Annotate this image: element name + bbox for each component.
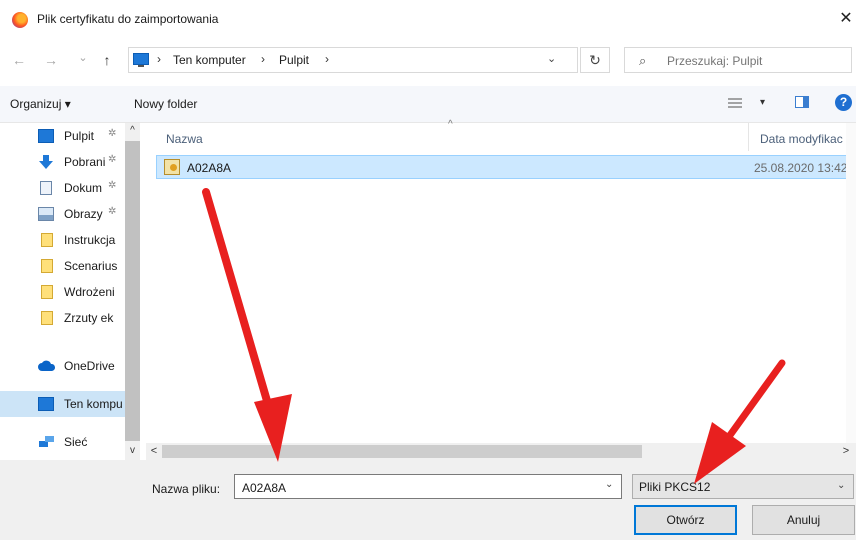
scroll-left-icon[interactable]: < (146, 443, 162, 460)
sidebar-item-downloads[interactable]: Pobrani ✲ (0, 149, 125, 175)
close-icon[interactable]: ✕ (836, 8, 856, 30)
file-list: Nazwa ^ Data modyfikac A02A8A 25.08.2020… (146, 119, 856, 443)
computer-icon (38, 397, 54, 411)
chevron-down-icon[interactable]: ⌄ (547, 52, 556, 65)
file-date: 25.08.2020 13:42 (754, 161, 848, 175)
view-options-icon[interactable] (728, 96, 742, 108)
cancel-button[interactable]: Anuluj (752, 505, 855, 535)
pin-icon: ✲ (108, 180, 117, 191)
open-button[interactable]: Otwórz (634, 505, 737, 535)
certificate-icon (164, 159, 180, 175)
refresh-icon[interactable]: ↻ (580, 47, 610, 73)
scrollbar-thumb[interactable] (125, 141, 140, 441)
sidebar-item-pictures[interactable]: Obrazy ✲ (0, 201, 125, 227)
breadcrumb-separator: › (325, 52, 329, 66)
chevron-down-icon[interactable]: ▾ (760, 97, 765, 108)
sidebar-item-label: Scenarius (64, 259, 118, 273)
chevron-down-icon[interactable]: ⌄ (605, 479, 613, 490)
chevron-down-icon[interactable]: ⌄ (837, 480, 845, 491)
window-title: Plik certyfikatu do zaimportowania (37, 12, 219, 26)
sidebar-item-documents[interactable]: Dokum ✲ (0, 175, 125, 201)
sidebar-item-label: Ten kompu (64, 397, 123, 411)
computer-icon (133, 53, 149, 67)
document-icon (40, 181, 52, 195)
recent-locations-icon[interactable]: ⌄ (74, 48, 92, 68)
pictures-icon (38, 207, 54, 221)
horizontal-scrollbar[interactable]: < > (146, 443, 856, 460)
scroll-down-icon[interactable]: v (125, 443, 140, 459)
sidebar-scrollbar[interactable]: ^ v (125, 123, 140, 460)
file-list-scrollbar[interactable] (846, 123, 856, 443)
file-name: A02A8A (187, 161, 232, 175)
search-box[interactable]: ⌕ (624, 47, 852, 73)
scroll-right-icon[interactable]: > (838, 443, 854, 460)
sort-ascending-icon: ^ (448, 119, 453, 130)
sidebar-item-label: Sieć (64, 435, 88, 449)
address-bar[interactable]: › Ten komputer › Pulpit › ⌄ (128, 47, 578, 73)
sidebar-item-label: Zrzuty ek (64, 311, 114, 325)
breadcrumb-separator: › (261, 52, 265, 66)
pin-icon: ✲ (108, 128, 117, 139)
breadcrumb-this-pc[interactable]: Ten komputer (173, 53, 246, 67)
sidebar-item-label: OneDrive (64, 359, 115, 373)
sidebar-item-scenarius[interactable]: Scenarius (0, 253, 125, 279)
pin-icon: ✲ (108, 154, 117, 165)
desktop-icon (38, 129, 54, 143)
sidebar-item-wdrozeni[interactable]: Wdrożeni (0, 279, 125, 305)
sidebar-item-zrzuty[interactable]: Zrzuty ek (0, 305, 125, 331)
breadcrumb-separator: › (157, 52, 161, 66)
folder-icon (41, 311, 53, 325)
pin-icon: ✲ (108, 206, 117, 217)
folder-icon (41, 259, 53, 273)
file-row[interactable]: A02A8A 25.08.2020 13:42 (156, 155, 856, 179)
file-type-select[interactable]: Pliki PKCS12 ⌄ (632, 474, 854, 499)
column-header-name[interactable]: Nazwa (166, 132, 203, 146)
sidebar-item-instrukcja[interactable]: Instrukcja (0, 227, 125, 253)
firefox-icon (12, 12, 28, 28)
filename-label: Nazwa pliku: (152, 482, 221, 496)
file-type-value: Pliki PKCS12 (639, 480, 711, 494)
folder-icon (41, 285, 53, 299)
folder-icon (41, 233, 53, 247)
breadcrumb-desktop[interactable]: Pulpit (279, 53, 309, 67)
back-arrow-icon[interactable]: ← (10, 50, 28, 70)
column-divider[interactable] (748, 123, 749, 151)
sidebar-item-label: Instrukcja (64, 233, 116, 247)
column-header-date[interactable]: Data modyfikac (760, 132, 843, 146)
sidebar-item-onedrive[interactable]: OneDrive (0, 353, 125, 379)
up-arrow-icon[interactable]: ↑ (98, 50, 116, 70)
search-icon: ⌕ (639, 53, 647, 68)
network-icon (38, 435, 54, 449)
command-bar: Organizuj ▾ Nowy folder ▾ ? (0, 86, 856, 123)
sidebar-item-label: Wdrożeni (64, 285, 115, 299)
search-input[interactable] (665, 51, 849, 71)
help-icon[interactable]: ? (835, 94, 852, 111)
column-headers: Nazwa ^ Data modyfikac (146, 119, 856, 151)
new-folder-button[interactable]: Nowy folder (134, 97, 197, 111)
sidebar-item-desktop[interactable]: Pulpit ✲ (0, 123, 125, 149)
filename-field[interactable]: ⌄ (234, 474, 622, 499)
sidebar-item-this-pc[interactable]: Ten kompu (0, 391, 125, 417)
dialog-footer: Nazwa pliku: ⌄ Pliki PKCS12 ⌄ Otwórz Anu… (0, 460, 856, 540)
download-icon (38, 155, 54, 169)
navigation-pane: Pulpit ✲ Pobrani ✲ Dokum ✲ Obrazy ✲ Inst… (0, 123, 140, 460)
filename-input[interactable] (240, 479, 604, 497)
scrollbar-thumb[interactable] (162, 445, 642, 458)
forward-arrow-icon[interactable]: → (42, 50, 60, 70)
organize-button[interactable]: Organizuj ▾ (10, 97, 71, 111)
cloud-icon (38, 359, 56, 373)
preview-pane-icon[interactable] (795, 96, 809, 108)
sidebar-item-network[interactable]: Sieć (0, 429, 125, 455)
scroll-up-icon[interactable]: ^ (125, 123, 140, 139)
title-bar: Plik certyfikatu do zaimportowania ✕ (0, 0, 856, 40)
